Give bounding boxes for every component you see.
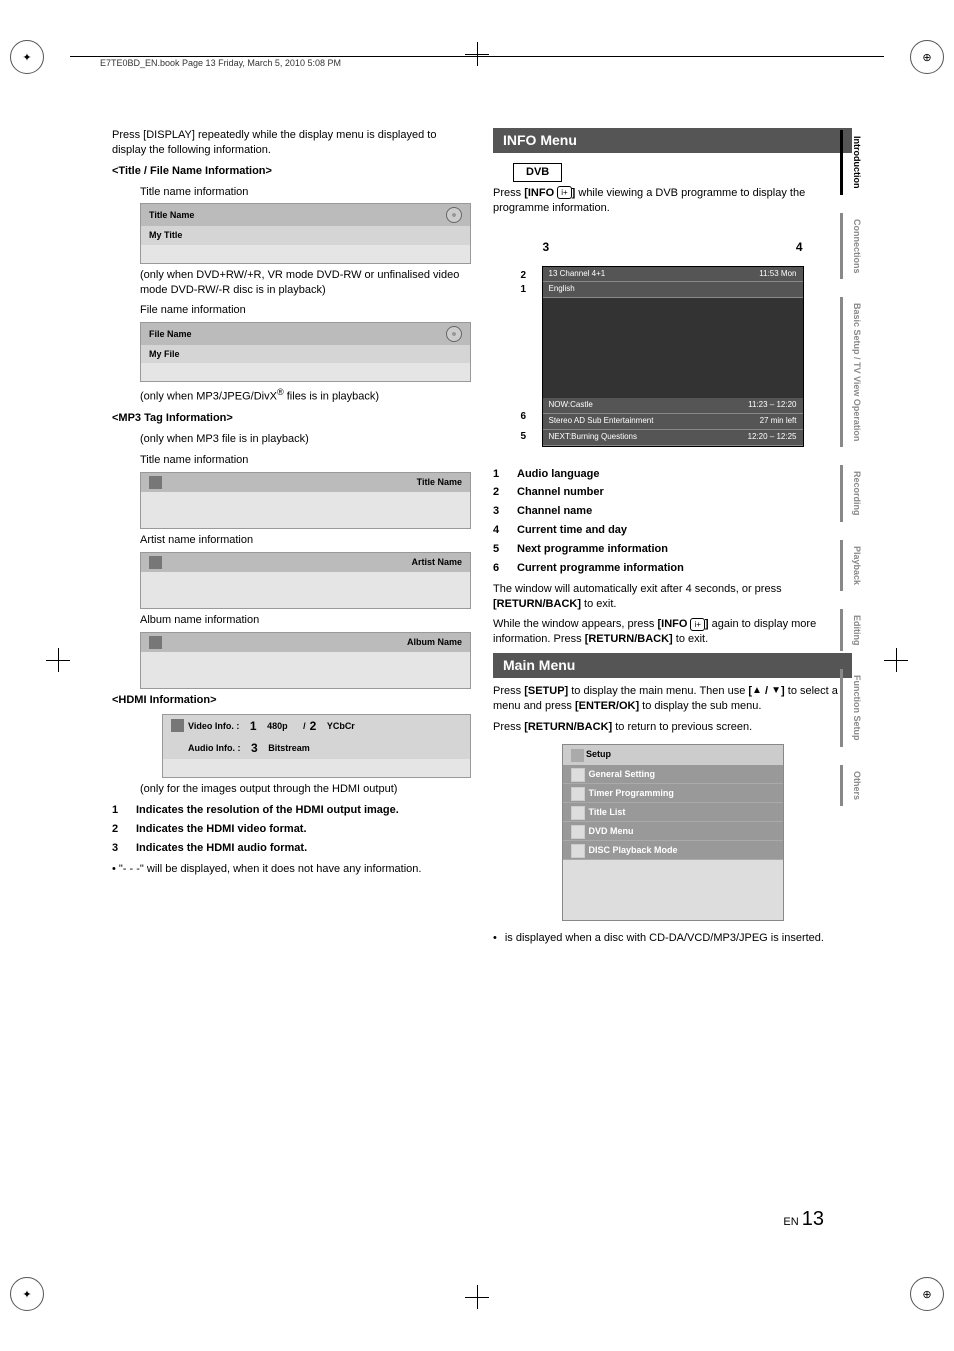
music-icon (149, 476, 162, 489)
box-row: My File (141, 345, 470, 363)
list-item: 2Channel number (493, 485, 852, 500)
hdmi-icon (171, 719, 184, 732)
list-item: 1Audio language (493, 467, 852, 482)
setup-icon (571, 749, 584, 762)
dvb-badge: DVB (513, 163, 562, 182)
up-arrow-icon: ▲ (752, 684, 762, 698)
info-button-icon: i+ (557, 186, 571, 199)
setup-menu: Setup General Setting Timer Programming … (562, 744, 784, 921)
box-header: Title Name (149, 209, 194, 221)
hdmi-note: (only for the images output through the … (140, 782, 471, 797)
tab-recording[interactable]: Recording (840, 465, 864, 522)
tab-editing[interactable]: Editing (840, 609, 864, 652)
menu-item[interactable]: General Setting (563, 765, 783, 784)
list-item: 2Indicates the HDMI video format. (112, 822, 471, 837)
tab-basic-setup[interactable]: Basic Setup / TV View Operation (840, 297, 864, 447)
register-mark-icon (884, 648, 908, 672)
register-mark-icon (465, 42, 489, 66)
dvb-diagram: 2 1 13 Channel 4+111:53 Mon English 6 5 … (542, 266, 804, 447)
registered-icon: ® (277, 387, 284, 397)
header-rule (70, 56, 884, 57)
title-name-label: Title name information (140, 185, 471, 200)
crop-mark-icon: ✦ (10, 1277, 44, 1311)
list-item: 1Indicates the resolution of the HDMI ou… (112, 803, 471, 818)
info-menu-heading: INFO Menu (493, 128, 852, 153)
album-icon (149, 636, 162, 649)
register-mark-icon (46, 648, 70, 672)
artist-label: Artist name information (140, 533, 471, 548)
info-button-icon: i+ (690, 618, 704, 631)
box-header: File Name (149, 328, 192, 340)
down-arrow-icon: ▼ (771, 684, 781, 698)
hdmi-heading: <HDMI Information> (112, 693, 471, 708)
while-window-text: While the window appears, press [INFO i+… (493, 617, 852, 647)
tab-playback[interactable]: Playback (840, 540, 864, 591)
menu-item[interactable]: Timer Programming (563, 784, 783, 803)
mp3-heading: <MP3 Tag Information> (112, 411, 471, 426)
foot-bullet: • is displayed when a disc with CD-DA/VC… (493, 931, 852, 946)
crop-mark-icon: ⊕ (910, 1277, 944, 1311)
crop-mark-icon: ✦ (10, 40, 44, 74)
title-file-heading: <Title / File Name Information> (112, 164, 471, 179)
main-return: Press [RETURN/BACK] to return to previou… (493, 720, 852, 735)
box-header: Title Name (417, 476, 462, 488)
list-item: 5Next programme information (493, 542, 852, 557)
main-menu-heading: Main Menu (493, 653, 852, 678)
menu-item[interactable]: DVD Menu (563, 822, 783, 841)
auto-exit-text: The window will automatically exit after… (493, 582, 852, 612)
person-icon (149, 556, 162, 569)
menu-item[interactable]: DISC Playback Mode (563, 841, 783, 860)
info-intro: Press [INFO i+] while viewing a DVB prog… (493, 186, 852, 216)
list-item: 3Indicates the HDMI audio format. (112, 841, 471, 856)
tab-function-setup[interactable]: Function Setup (840, 669, 864, 747)
list-item: 4Current time and day (493, 523, 852, 538)
disc-icon (446, 207, 462, 223)
file-name-box: File Name My File (140, 322, 471, 382)
box-row: My Title (141, 226, 470, 244)
hdmi-list: 1Indicates the resolution of the HDMI ou… (112, 803, 471, 856)
file-name-label: File name information (140, 303, 471, 318)
box-header: Artist Name (411, 556, 462, 568)
list-item: 3Channel name (493, 504, 852, 519)
title-name-box: Title Name My Title (140, 203, 471, 263)
box-header: Album Name (407, 636, 462, 648)
mp3-note: (only when MP3 file is in playback) (140, 432, 471, 447)
mp3-title-box: Title Name (140, 472, 471, 529)
page-number: EN 13 (783, 1208, 824, 1231)
menu-item[interactable]: Title List (563, 803, 783, 822)
header-text: E7TE0BD_EN.book Page 13 Friday, March 5,… (100, 58, 341, 68)
page: ✦ ⊕ ✦ ⊕ E7TE0BD_EN.book Page 13 Friday, … (0, 0, 954, 1351)
album-box: Album Name (140, 632, 471, 689)
album-label: Album name information (140, 613, 471, 628)
side-tabs: Introduction Connections Basic Setup / T… (840, 130, 864, 806)
disc-icon (446, 326, 462, 342)
register-mark-icon (465, 1285, 489, 1309)
right-column: INFO Menu DVB Press [INFO i+] while view… (493, 128, 852, 946)
crop-mark-icon: ⊕ (910, 40, 944, 74)
list-item: 6Current programme information (493, 561, 852, 576)
tab-connections[interactable]: Connections (840, 213, 864, 280)
title-name2-label: Title name information (140, 453, 471, 468)
artist-box: Artist Name (140, 552, 471, 609)
tab-others[interactable]: Others (840, 765, 864, 806)
note-text: (only when DVD+RW/+R, VR mode DVD-RW or … (140, 268, 471, 298)
note-text: (only when MP3/JPEG/DivX® files is in pl… (140, 386, 471, 405)
tab-introduction[interactable]: Introduction (840, 130, 864, 195)
content: Press [DISPLAY] repeatedly while the dis… (112, 128, 852, 946)
info-list: 1Audio language 2Channel number 3Channel… (493, 467, 852, 576)
hdmi-footer: • "- - -" will be displayed, when it doe… (112, 862, 471, 877)
left-column: Press [DISPLAY] repeatedly while the dis… (112, 128, 471, 946)
intro-text: Press [DISPLAY] repeatedly while the dis… (112, 128, 471, 158)
hdmi-box: Video Info. : 1 480p /2 YCbCr Audio Info… (162, 714, 471, 779)
main-intro: Press [SETUP] to display the main menu. … (493, 684, 852, 714)
bullet-icon: • (493, 931, 497, 946)
